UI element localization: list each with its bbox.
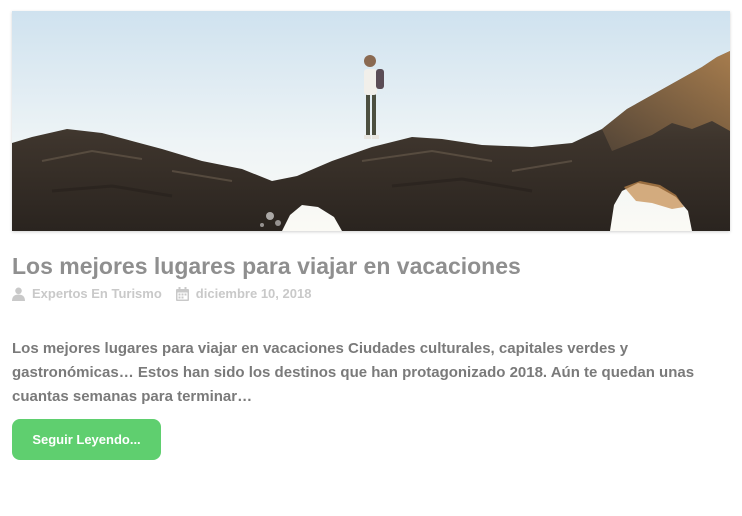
read-more-button[interactable]: Seguir Leyendo... bbox=[12, 419, 161, 460]
post-title[interactable]: Los mejores lugares para viajar en vacac… bbox=[12, 252, 521, 280]
post-author[interactable]: Expertos En Turismo bbox=[32, 286, 162, 302]
user-icon bbox=[12, 287, 25, 301]
featured-image[interactable] bbox=[12, 11, 730, 231]
post-excerpt: Los mejores lugares para viajar en vacac… bbox=[12, 340, 695, 405]
calendar-icon bbox=[175, 287, 189, 301]
post-meta: Expertos En Turismo diciembre 10, 2018 bbox=[12, 286, 311, 302]
post-date: diciembre 10, 2018 bbox=[195, 286, 312, 301]
blog-post-card: Los mejores lugares para viajar en vacac… bbox=[0, 0, 742, 516]
